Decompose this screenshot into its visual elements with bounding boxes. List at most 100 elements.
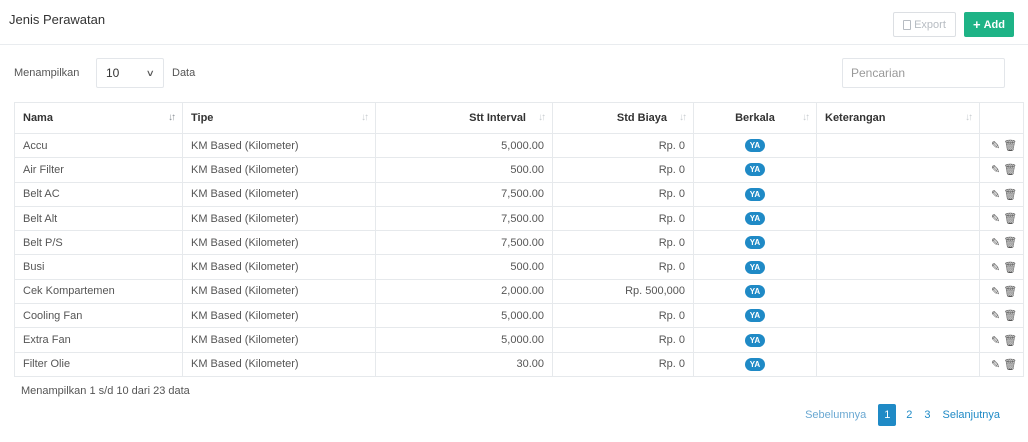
edit-icon[interactable]: ✎	[991, 261, 1000, 274]
cell-nama: Cek Kompartemen	[14, 278, 183, 305]
cell-actions: ✎ 🗑	[979, 205, 1024, 232]
edit-icon[interactable]: ✎	[991, 139, 1000, 152]
maintenance-type-table: Nama ↓↑ Tipe ↓↑ Stt Interval ↓↑ Std Biaya ↓↑…	[14, 102, 1024, 377]
cell-biaya: Rp. 0	[552, 327, 694, 353]
edit-icon[interactable]: ✎	[991, 212, 1000, 225]
cell-keterangan	[816, 278, 980, 305]
prev-page-link[interactable]: Sebelumnya	[799, 404, 872, 426]
column-header-nama[interactable]: Nama ↓↑	[14, 102, 183, 134]
trash-icon[interactable]: 🗑	[1003, 188, 1017, 201]
cell-interval: 7,500.00	[375, 205, 553, 232]
length-suffix: Data	[172, 67, 196, 79]
file-icon	[903, 19, 912, 30]
cell-biaya: Rp. 0	[552, 230, 694, 256]
next-page-link[interactable]: Selanjutnya	[937, 404, 1007, 426]
column-header-tipe[interactable]: Tipe ↓↑	[182, 102, 376, 134]
cell-actions: ✎ 🗑	[979, 351, 1024, 377]
cell-nama: Cooling Fan	[14, 303, 183, 329]
table-row: Cek Kompartemen KM Based (Kilometer) 2,0…	[14, 278, 1024, 305]
column-header-interval[interactable]: Stt Interval ↓↑	[375, 102, 553, 134]
trash-icon[interactable]: 🗑	[1003, 163, 1017, 176]
trash-icon[interactable]: 🗑	[1003, 285, 1017, 298]
cell-berkala: YA	[693, 230, 817, 256]
table-row: Belt Alt KM Based (Kilometer) 7,500.00 R…	[14, 205, 1024, 232]
column-label: Std Biaya	[616, 112, 667, 124]
cell-berkala: YA	[693, 254, 817, 280]
sort-icon: ↓↑	[538, 112, 546, 123]
column-label: Nama	[23, 112, 53, 124]
cell-actions: ✎ 🗑	[979, 254, 1024, 280]
status-badge: YA	[744, 260, 766, 274]
cell-actions: ✎ 🗑	[979, 278, 1024, 305]
column-label: Berkala	[735, 112, 775, 124]
cell-biaya: Rp. 500,000	[552, 278, 694, 305]
cell-keterangan	[816, 157, 980, 183]
cell-biaya: Rp. 0	[552, 157, 694, 183]
cell-keterangan	[816, 303, 980, 329]
cell-interval: 30.00	[375, 351, 553, 377]
status-badge: YA	[744, 333, 766, 347]
page-link-1[interactable]: 1	[878, 404, 897, 426]
edit-icon[interactable]: ✎	[991, 236, 1000, 249]
cell-nama: Belt P/S	[14, 230, 183, 256]
cell-nama: Extra Fan	[14, 327, 183, 353]
column-header-biaya[interactable]: Std Biaya ↓↑	[552, 102, 694, 134]
page-length-select[interactable]: 10 ∨	[96, 58, 164, 88]
table-row: Filter Olie KM Based (Kilometer) 30.00 R…	[14, 351, 1024, 377]
cell-keterangan	[816, 327, 980, 353]
cell-nama: Air Filter	[14, 157, 183, 183]
table-info: Menampilkan 1 s/d 10 dari 23 data	[21, 385, 190, 397]
table-row: Air Filter KM Based (Kilometer) 500.00 R…	[14, 157, 1024, 183]
page-length-value: 10	[106, 66, 120, 80]
export-button[interactable]: Export	[893, 12, 956, 37]
cell-tipe: KM Based (Kilometer)	[182, 254, 376, 280]
sort-icon: ↓↑	[965, 112, 973, 123]
column-label: Tipe	[191, 112, 214, 124]
cell-interval: 2,000.00	[375, 278, 553, 305]
page-link-2[interactable]: 2	[900, 404, 918, 426]
cell-tipe: KM Based (Kilometer)	[182, 157, 376, 183]
cell-interval: 500.00	[375, 254, 553, 280]
status-badge: YA	[744, 187, 766, 201]
edit-icon[interactable]: ✎	[991, 285, 1000, 298]
cell-biaya: Rp. 0	[552, 181, 694, 207]
cell-interval: 5,000.00	[375, 132, 553, 159]
trash-icon[interactable]: 🗑	[1003, 309, 1017, 322]
trash-icon[interactable]: 🗑	[1003, 139, 1017, 152]
edit-icon[interactable]: ✎	[991, 309, 1000, 322]
edit-icon[interactable]: ✎	[991, 358, 1000, 371]
search-input[interactable]	[842, 58, 1005, 88]
cell-actions: ✎ 🗑	[979, 327, 1024, 353]
cell-berkala: YA	[693, 351, 817, 377]
trash-icon[interactable]: 🗑	[1003, 358, 1017, 371]
table-row: Belt P/S KM Based (Kilometer) 7,500.00 R…	[14, 230, 1024, 256]
cell-tipe: KM Based (Kilometer)	[182, 278, 376, 305]
column-label: Stt Interval	[469, 112, 526, 124]
trash-icon[interactable]: 🗑	[1003, 212, 1017, 225]
trash-icon[interactable]: 🗑	[1003, 236, 1017, 249]
cell-keterangan	[816, 254, 980, 280]
trash-icon[interactable]: 🗑	[1003, 261, 1017, 274]
plus-icon: +	[973, 17, 981, 32]
edit-icon[interactable]: ✎	[991, 334, 1000, 347]
table-row: Extra Fan KM Based (Kilometer) 5,000.00 …	[14, 327, 1024, 353]
edit-icon[interactable]: ✎	[991, 188, 1000, 201]
cell-keterangan	[816, 351, 980, 377]
cell-tipe: KM Based (Kilometer)	[182, 181, 376, 207]
status-badge: YA	[744, 284, 766, 298]
cell-interval: 7,500.00	[375, 230, 553, 256]
cell-tipe: KM Based (Kilometer)	[182, 205, 376, 232]
cell-biaya: Rp. 0	[552, 205, 694, 232]
add-button[interactable]: + Add	[964, 12, 1014, 37]
table-row: Belt AC KM Based (Kilometer) 7,500.00 Rp…	[14, 181, 1024, 207]
edit-icon[interactable]: ✎	[991, 163, 1000, 176]
column-label: Keterangan	[825, 112, 886, 124]
table-row: Busi KM Based (Kilometer) 500.00 Rp. 0 Y…	[14, 254, 1024, 280]
column-header-keterangan[interactable]: Keterangan ↓↑	[816, 102, 980, 134]
column-header-berkala[interactable]: Berkala ↓↑	[693, 102, 817, 134]
trash-icon[interactable]: 🗑	[1003, 334, 1017, 347]
cell-actions: ✎ 🗑	[979, 230, 1024, 256]
page-link-3[interactable]: 3	[918, 404, 936, 426]
status-badge: YA	[744, 309, 766, 323]
add-label: Add	[983, 18, 1005, 31]
